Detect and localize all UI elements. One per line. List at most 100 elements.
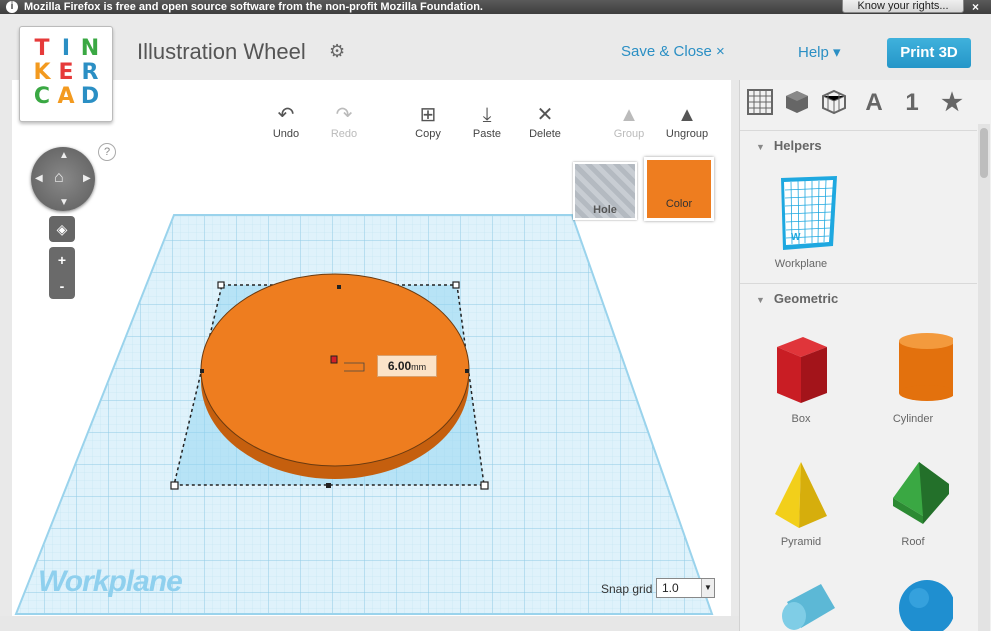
logo-letter: I (61, 36, 71, 61)
group-icon: ▲ (619, 104, 639, 126)
tube-shape[interactable] (746, 578, 856, 631)
copy-label: Copy (415, 128, 441, 140)
pan-down-icon[interactable]: ▼ (59, 197, 69, 208)
logo-letter: T (34, 36, 50, 61)
app-header: Illustration Wheel ⚙ Save & Close × Help… (0, 14, 991, 80)
know-your-rights-button[interactable]: Know your rights... (842, 0, 964, 13)
box-icon (777, 337, 827, 403)
shapes-sidebar: A 1 ★ ▼ Helpers W Workplane ▼ Geometric Bo… (739, 80, 991, 631)
help-icon[interactable]: ? (98, 143, 116, 161)
number-tab[interactable]: 1 (898, 89, 926, 117)
wireframe-cube-icon[interactable] (820, 89, 848, 117)
pyramid-label: Pyramid (780, 536, 822, 548)
cube-icon[interactable] (783, 89, 811, 117)
copy-button[interactable]: ⊞ Copy (403, 102, 453, 146)
zoom-in-button[interactable]: + (49, 247, 75, 273)
redo-button[interactable]: ↷ Redo (319, 102, 369, 146)
workspace-canvas[interactable]: ↶ Undo ↷ Redo ⊞ Copy ⤓ Paste ✕ Delete ▲ … (12, 80, 731, 616)
pyramid-icon (775, 462, 827, 528)
roof-label: Roof (901, 536, 925, 548)
workplane-scene[interactable] (12, 80, 731, 616)
delete-icon: ✕ (536, 104, 554, 126)
zoom-out-button[interactable]: - (49, 273, 75, 299)
sidebar-scrollbar[interactable] (978, 124, 990, 631)
workplane-icon: W (781, 176, 837, 250)
copy-icon: ⊞ (419, 104, 437, 126)
box-label: Box (791, 413, 811, 425)
logo-letter: A (57, 84, 75, 109)
design-title[interactable]: Illustration Wheel (137, 39, 306, 65)
snap-grid-value: 1.0 (662, 581, 679, 595)
pan-left-icon[interactable]: ◀ (35, 173, 43, 184)
snap-grid-select[interactable]: 1.0 ▼ (656, 578, 715, 598)
undo-button[interactable]: ↶ Undo (261, 102, 311, 146)
bottom-bar (0, 616, 739, 631)
workplane-helper[interactable]: W Workplane (746, 174, 856, 270)
workplane-helper-label: Workplane (774, 258, 828, 270)
cylinder-shape[interactable]: Cylinder (858, 323, 968, 425)
group-button[interactable]: ▲ Group (604, 102, 654, 146)
logo-letter: N (80, 36, 100, 61)
snap-grid-label: Snap grid (601, 582, 653, 596)
svg-text:W: W (791, 232, 801, 243)
roof-shape[interactable]: Roof (858, 458, 968, 548)
delete-label: Delete (529, 128, 561, 140)
cylinder-icon (899, 333, 953, 401)
group-label: Group (613, 128, 645, 140)
save-close-link[interactable]: Save & Close × (621, 43, 725, 60)
notification-text: Mozilla Firefox is free and open source … (24, 1, 483, 13)
logo-letters: TIN KER CAD (30, 37, 102, 109)
tinkercad-logo[interactable]: TIN KER CAD (19, 26, 113, 122)
gear-icon[interactable]: ⚙ (329, 41, 345, 62)
geometric-title: Geometric (773, 291, 839, 306)
dimension-value: 6.00 (387, 359, 412, 373)
ungroup-icon: ▲ (677, 104, 697, 126)
logo-letter: R (81, 60, 99, 85)
collapse-triangle-icon: ▼ (756, 142, 765, 152)
helpers-title: Helpers (773, 138, 822, 153)
pan-right-icon[interactable]: ▶ (83, 173, 91, 184)
ungroup-label: Ungroup (665, 128, 709, 140)
redo-label: Redo (330, 128, 358, 140)
view-cube-icon[interactable]: ◈ (49, 216, 75, 242)
roof-icon (893, 462, 949, 524)
helpers-section-header[interactable]: ▼ Helpers (740, 130, 977, 160)
cylinder-label: Cylinder (892, 413, 934, 425)
geometric-section-header[interactable]: ▼ Geometric (740, 283, 977, 313)
sphere-icon (899, 580, 953, 631)
box-shape[interactable]: Box (746, 323, 856, 425)
logo-letter: C (33, 84, 51, 109)
grid-icon[interactable] (746, 89, 774, 117)
collapse-triangle-icon: ▼ (756, 295, 765, 305)
help-menu[interactable]: Help ▾ (798, 43, 841, 61)
hole-button[interactable]: Hole (573, 162, 637, 220)
color-button[interactable]: Color (644, 157, 714, 221)
info-icon: i (6, 1, 18, 13)
paste-label: Paste (472, 128, 502, 140)
pan-up-icon[interactable]: ▲ (59, 150, 69, 161)
sidebar-tabs: A 1 ★ (740, 80, 980, 126)
pyramid-shape[interactable]: Pyramid (746, 458, 856, 548)
dimension-input[interactable]: 6.00mm (377, 355, 437, 377)
home-icon[interactable]: ⌂ (54, 169, 64, 187)
redo-icon: ↷ (335, 104, 353, 126)
paste-button[interactable]: ⤓ Paste (462, 102, 512, 146)
delete-button[interactable]: ✕ Delete (520, 102, 570, 146)
height-handle[interactable] (330, 355, 338, 364)
star-icon[interactable]: ★ (938, 89, 966, 117)
ungroup-button[interactable]: ▲ Ungroup (662, 102, 712, 146)
zoom-controls: + - (49, 247, 75, 299)
logo-letter: D (80, 84, 100, 109)
scroll-thumb[interactable] (980, 128, 988, 178)
logo-letter: E (58, 60, 74, 85)
undo-label: Undo (272, 128, 300, 140)
view-navigation-wheel[interactable]: ▲ ▼ ◀ ▶ ⌂ (31, 147, 95, 211)
print-3d-button[interactable]: Print 3D (887, 38, 971, 68)
dimension-unit: mm (411, 362, 427, 372)
close-icon[interactable]: × (972, 0, 979, 14)
undo-icon: ↶ (277, 104, 295, 126)
sphere-shape[interactable] (858, 578, 968, 631)
text-tab[interactable]: A (860, 89, 888, 117)
workplane-label: Workplane (38, 565, 183, 598)
paste-icon: ⤓ (482, 104, 492, 126)
